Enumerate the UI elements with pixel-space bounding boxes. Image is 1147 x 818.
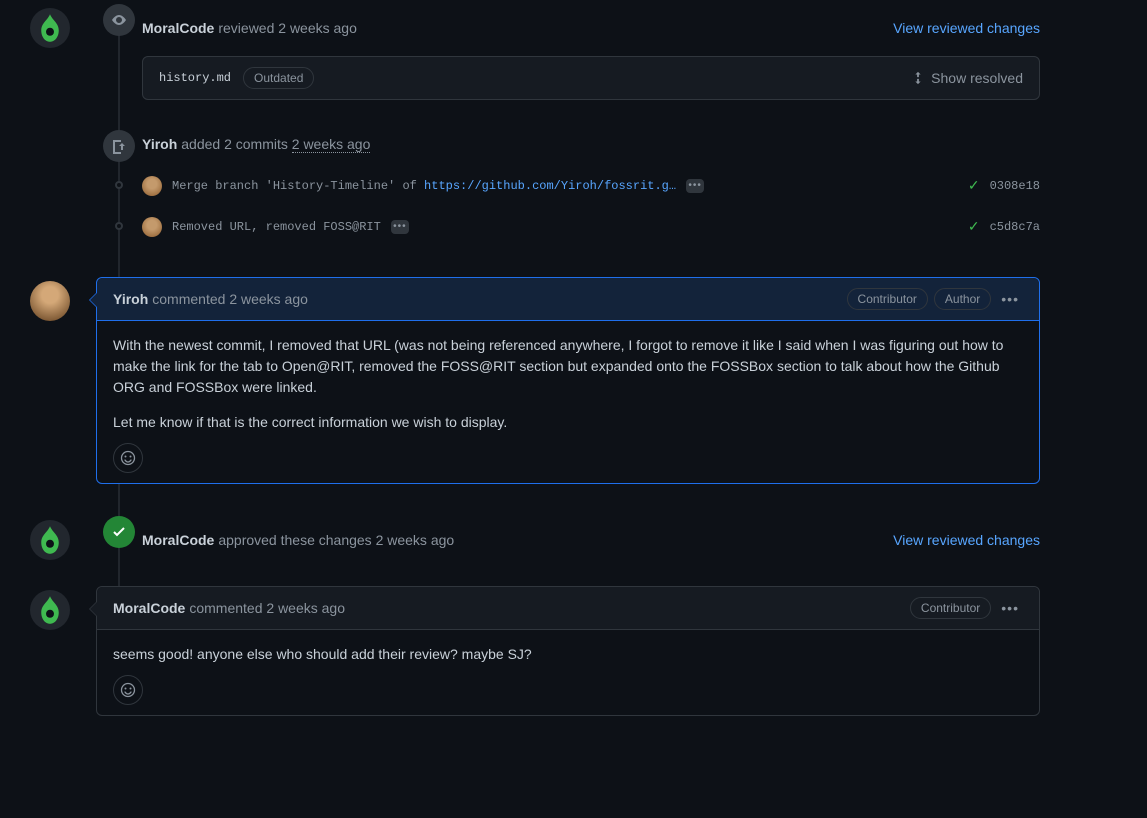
user-avatar-moralcode[interactable] xyxy=(30,590,70,630)
expand-commit-message[interactable]: ••• xyxy=(686,179,704,193)
comment-action: commented 2 weeks ago xyxy=(152,289,308,310)
comment-text: seems good! anyone else who should add t… xyxy=(113,644,1023,665)
comment-header: Yiroh commented 2 weeks ago Contributor … xyxy=(97,278,1039,321)
review-event: MoralCode reviewed 2 weeks ago View revi… xyxy=(30,16,1040,100)
commit-sha[interactable]: c5d8c7a xyxy=(990,218,1040,236)
comment-action: commented 2 weeks ago xyxy=(189,598,345,619)
outdated-badge: Outdated xyxy=(243,67,314,89)
approve-action: approved these changes 2 weeks ago xyxy=(218,530,454,551)
author-badge: Author xyxy=(934,288,991,310)
review-user[interactable]: MoralCode xyxy=(142,18,214,39)
user-avatar-yiroh[interactable] xyxy=(30,281,70,321)
show-resolved-toggle[interactable]: Show resolved xyxy=(911,68,1023,89)
contributor-badge: Contributor xyxy=(910,597,991,619)
show-resolved-label: Show resolved xyxy=(931,68,1023,89)
flame-icon xyxy=(40,526,60,554)
unfold-icon xyxy=(911,71,925,85)
comment-box: MoralCode commented 2 weeks ago Contribu… xyxy=(96,586,1040,716)
approved-badge xyxy=(103,516,135,548)
user-avatar-moralcode[interactable] xyxy=(30,520,70,560)
contributor-badge: Contributor xyxy=(847,288,928,310)
commits-block: Yiroh added 2 commits 2 weeks ago Merge … xyxy=(30,134,1040,237)
commit-row: Merge branch 'History-Timeline' of https… xyxy=(102,175,1040,196)
commit-row: Removed URL, removed FOSS@RIT ••• ✓ c5d8… xyxy=(102,216,1040,237)
comment-body: seems good! anyone else who should add t… xyxy=(97,630,1039,715)
repo-push-icon xyxy=(111,138,127,154)
check-icon xyxy=(111,524,127,540)
smile-icon xyxy=(120,450,136,466)
comment-user[interactable]: MoralCode xyxy=(113,598,185,619)
push-badge xyxy=(103,130,135,162)
view-reviewed-changes-link[interactable]: View reviewed changes xyxy=(893,18,1040,39)
comment-menu-button[interactable]: ••• xyxy=(997,289,1023,310)
comment-body: With the newest commit, I removed that U… xyxy=(97,321,1039,483)
comment: Yiroh commented 2 weeks ago Contributor … xyxy=(30,277,1040,484)
review-file-box: history.md Outdated Show resolved xyxy=(142,56,1040,100)
add-reaction-button[interactable] xyxy=(113,443,143,473)
commits-user[interactable]: Yiroh xyxy=(142,134,177,155)
expand-commit-message[interactable]: ••• xyxy=(391,220,409,234)
commit-dot-icon xyxy=(115,222,123,230)
check-icon[interactable]: ✓ xyxy=(968,175,980,196)
comment-text: Let me know if that is the correct infor… xyxy=(113,412,1023,433)
flame-icon xyxy=(40,14,60,42)
review-action: reviewed 2 weeks ago xyxy=(218,18,357,39)
commit-dot-icon xyxy=(115,181,123,189)
check-icon[interactable]: ✓ xyxy=(968,216,980,237)
comment-box: Yiroh commented 2 weeks ago Contributor … xyxy=(96,277,1040,484)
comment-header: MoralCode commented 2 weeks ago Contribu… xyxy=(97,587,1039,630)
commits-action: added 2 commits 2 weeks ago xyxy=(181,134,370,155)
comment-user[interactable]: Yiroh xyxy=(113,289,148,310)
user-avatar-moralcode[interactable] xyxy=(30,8,70,48)
eye-icon xyxy=(111,12,127,28)
smile-icon xyxy=(120,682,136,698)
comment: MoralCode commented 2 weeks ago Contribu… xyxy=(30,586,1040,716)
caret-icon xyxy=(89,601,97,617)
view-reviewed-changes-link[interactable]: View reviewed changes xyxy=(893,530,1040,551)
comment-menu-button[interactable]: ••• xyxy=(997,598,1023,619)
flame-icon xyxy=(40,596,60,624)
commit-sha[interactable]: 0308e18 xyxy=(990,177,1040,195)
commit-message[interactable]: Merge branch 'History-Timeline' of https… xyxy=(172,177,676,195)
approve-event: MoralCode approved these changes 2 weeks… xyxy=(30,528,1040,552)
comment-text: With the newest commit, I removed that U… xyxy=(113,335,1023,398)
add-reaction-button[interactable] xyxy=(113,675,143,705)
review-badge xyxy=(103,4,135,36)
commit-avatar[interactable] xyxy=(142,176,162,196)
commit-message[interactable]: Removed URL, removed FOSS@RIT xyxy=(172,218,381,236)
approve-user[interactable]: MoralCode xyxy=(142,530,214,551)
file-name[interactable]: history.md xyxy=(159,69,231,87)
caret-icon xyxy=(89,292,97,308)
commit-avatar[interactable] xyxy=(142,217,162,237)
